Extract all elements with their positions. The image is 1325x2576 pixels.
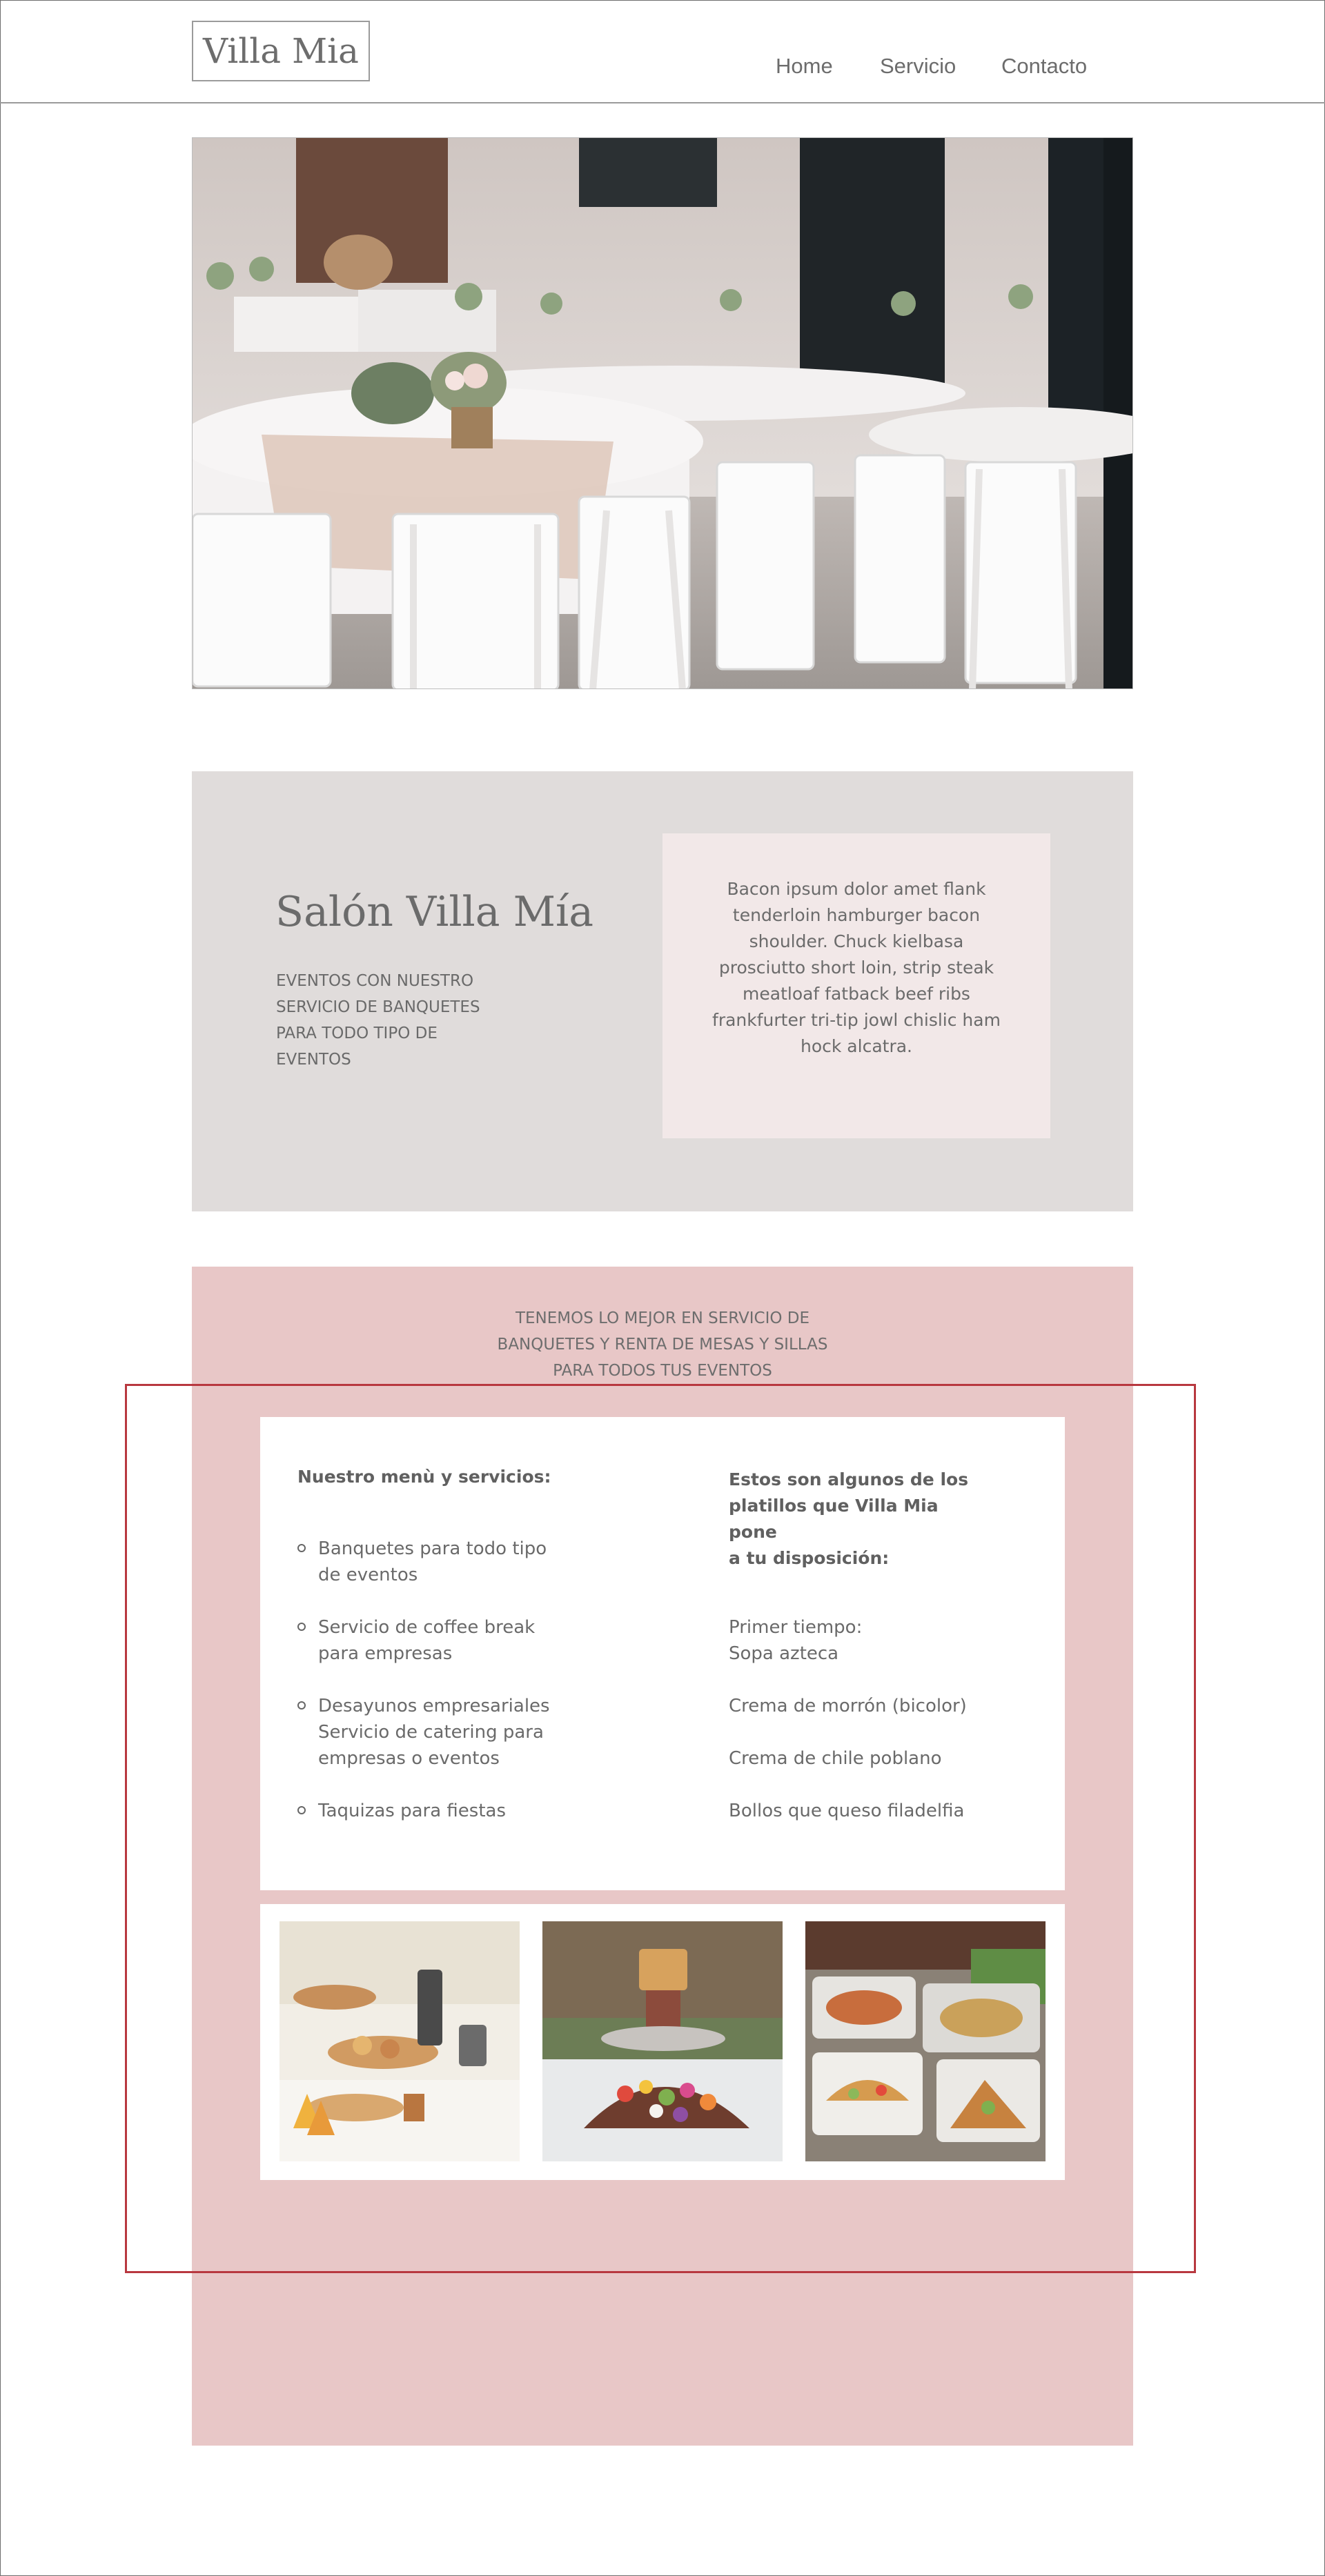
services-intro-line: BANQUETES Y RENTA DE MESAS Y SILLAS (497, 1336, 828, 1354)
logo[interactable]: Villa Mia (192, 21, 370, 81)
salon-description-line: shoulder. Chuck kielbasa (749, 931, 964, 951)
services-intro-line: PARA TODOS TUS EVENTOS (553, 1362, 772, 1380)
services-intro: TENEMOS LO MEJOR EN SERVICIO DE BANQUETE… (466, 1305, 859, 1384)
salon-subtitle-line: PARA TODO TIPO DE (276, 1024, 438, 1042)
services-intro-line: TENEMOS LO MEJOR EN SERVICIO DE (515, 1309, 810, 1327)
salon-description-line: frankfurter tri-tip jowl chislic ham (712, 1010, 1001, 1030)
site-header: Villa Mia Home Servicio Contacto (0, 0, 1325, 103)
hero-banquet-illustration (193, 138, 1132, 688)
salon-description-line: hock alcatra. (801, 1036, 912, 1056)
nav-contacto[interactable]: Contacto (1001, 54, 1087, 79)
selection-highlight (125, 1384, 1196, 2273)
hero-banquet-photo (192, 137, 1133, 689)
salon-section: Salón Villa Mía EVENTOS CON NUESTRO SERV… (192, 771, 1133, 1211)
salon-subtitle-line: SERVICIO DE BANQUETES (276, 998, 480, 1016)
salon-description-box: Bacon ipsum dolor amet flank tenderloin … (662, 833, 1050, 1138)
salon-title: Salón Villa Mía (275, 888, 593, 936)
salon-subtitle: EVENTOS CON NUESTRO SERVICIO DE BANQUETE… (276, 968, 504, 1073)
salon-description-line: Bacon ipsum dolor amet flank (727, 879, 986, 899)
salon-description-line: meatloaf fatback beef ribs (743, 984, 970, 1004)
salon-description-line: prosciutto short loin, strip steak (718, 958, 994, 978)
salon-description: Bacon ipsum dolor amet flank tenderloin … (704, 876, 1009, 1060)
salon-description-line: tenderloin hamburger bacon (732, 905, 981, 925)
salon-subtitle-line: EVENTOS (276, 1051, 351, 1069)
nav-home[interactable]: Home (776, 54, 833, 79)
nav-servicio[interactable]: Servicio (880, 54, 956, 79)
salon-subtitle-line: EVENTOS CON NUESTRO (276, 972, 474, 990)
